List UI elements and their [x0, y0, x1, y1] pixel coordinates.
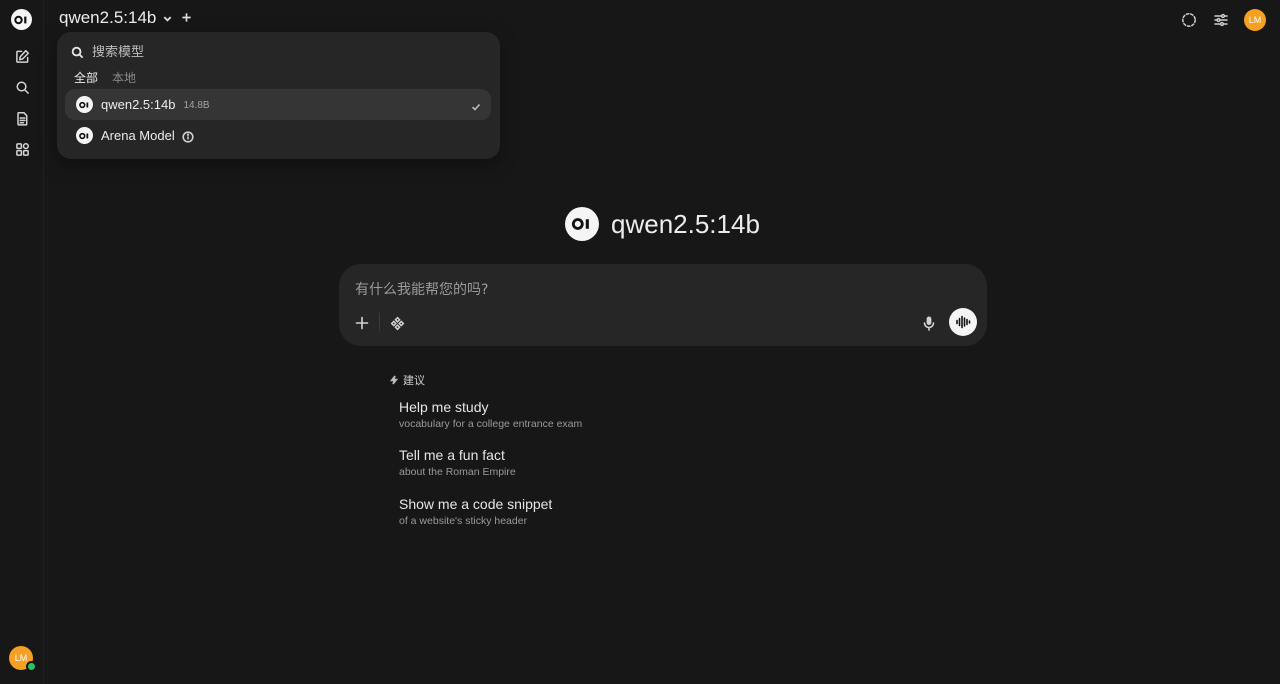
attach-button[interactable] — [351, 312, 373, 334]
new-chat-button[interactable] — [12, 46, 32, 66]
openwebui-logo-icon — [14, 15, 27, 24]
tab-all[interactable]: 全部 — [74, 69, 98, 86]
lightning-icon — [389, 375, 399, 385]
tools-icon — [390, 316, 404, 330]
voice-mode-button[interactable] — [949, 308, 977, 336]
model-selector-label: qwen2.5:14b — [59, 8, 157, 27]
search-icon — [16, 81, 29, 94]
microphone-icon — [923, 316, 935, 331]
model-option-qwen[interactable]: qwen2.5:14b 14.8B — [65, 89, 491, 120]
message-input[interactable] — [355, 279, 955, 301]
suggestion-title: Tell me a fun fact — [399, 447, 505, 463]
workspace-button[interactable] — [12, 139, 32, 159]
composer-divider — [379, 313, 380, 331]
plus-icon — [181, 12, 191, 22]
sidebar-rail — [0, 0, 44, 684]
top-right-toolbar: LM — [1180, 9, 1266, 31]
model-logo — [76, 96, 93, 113]
tools-button[interactable] — [386, 312, 408, 334]
model-logo — [76, 127, 93, 144]
audio-waveform-icon — [956, 315, 971, 329]
dashed-circle-icon — [1182, 13, 1196, 27]
apps-grid-icon — [15, 142, 29, 156]
suggestions-heading: 建议 — [389, 372, 425, 388]
suggestion-item[interactable]: Help me study vocabulary for a college e… — [399, 399, 659, 430]
model-selector[interactable]: qwen2.5:14b — [59, 8, 173, 28]
model-option-arena[interactable]: Arena Model — [65, 120, 491, 151]
openwebui-logo-icon — [79, 101, 89, 108]
model-dropdown: 全部 本地 qwen2.5:14b 14.8B Arena Model — [57, 32, 500, 159]
sliders-icon — [1214, 13, 1228, 27]
document-icon — [16, 111, 27, 126]
suggestion-item[interactable]: Show me a code snippet of a website's st… — [399, 496, 659, 527]
controls-button[interactable] — [1212, 11, 1230, 29]
search-icon — [71, 46, 84, 58]
chevron-down-icon — [164, 15, 172, 22]
tab-local[interactable]: 本地 — [112, 69, 136, 86]
suggestion-subtitle: vocabulary for a college entrance exam — [399, 418, 583, 430]
temporary-chat-button[interactable] — [1180, 11, 1198, 29]
dictate-button[interactable] — [918, 312, 940, 334]
check-icon — [471, 99, 481, 111]
online-status-dot — [26, 661, 37, 672]
user-menu-avatar[interactable]: LM — [1244, 9, 1266, 31]
app-logo[interactable] — [11, 9, 32, 30]
add-model-button[interactable] — [179, 10, 193, 24]
model-search — [71, 43, 452, 61]
notes-button[interactable] — [12, 108, 32, 128]
model-option-name: Arena Model — [101, 128, 175, 143]
info-icon[interactable] — [182, 130, 194, 143]
openwebui-logo-icon — [571, 218, 589, 230]
search-button[interactable] — [12, 77, 32, 97]
suggestion-title: Help me study — [399, 399, 489, 415]
suggestions-heading-label: 建议 — [403, 374, 425, 387]
model-option-size: 14.8B — [183, 100, 210, 111]
suggestion-title: Show me a code snippet — [399, 496, 553, 512]
suggestion-subtitle: of a website's sticky header — [399, 515, 528, 527]
suggestion-subtitle: about the Roman Empire — [399, 466, 516, 478]
openwebui-logo-icon — [79, 132, 89, 139]
edit-icon — [15, 49, 29, 63]
model-avatar — [565, 207, 599, 241]
message-composer — [339, 264, 987, 346]
welcome-model-name: qwen2.5:14b — [611, 208, 760, 239]
model-option-name: qwen2.5:14b — [101, 97, 176, 112]
plus-icon — [355, 316, 369, 330]
model-filter-tabs: 全部 本地 — [74, 69, 136, 86]
model-search-input[interactable] — [92, 44, 452, 60]
suggestion-item[interactable]: Tell me a fun fact about the Roman Empir… — [399, 447, 659, 478]
welcome-header: qwen2.5:14b — [565, 207, 760, 241]
